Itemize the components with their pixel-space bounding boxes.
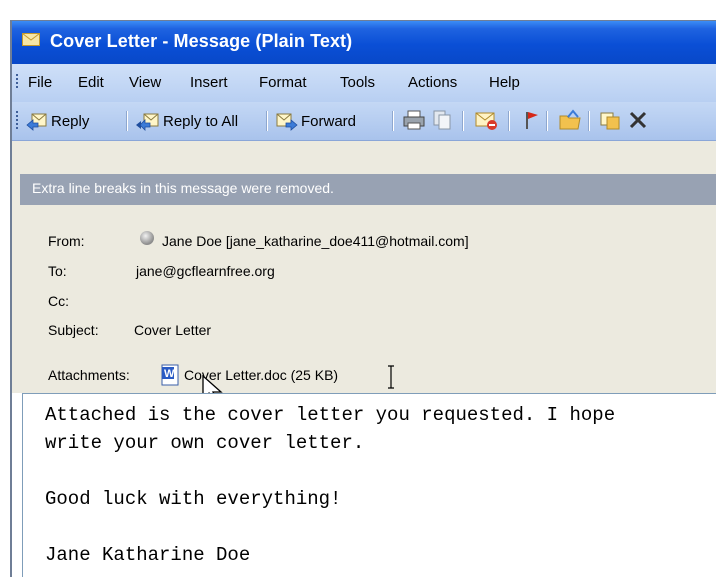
body-line: Attached is the cover letter you request… [45, 404, 616, 426]
attachment-item[interactable]: W Cover Letter.doc (25 KB) [160, 363, 338, 387]
menu-insert[interactable]: Insert [190, 74, 228, 91]
reply-all-button[interactable]: Reply to All [136, 108, 238, 134]
reply-all-label: Reply to All [163, 112, 239, 130]
info-bar[interactable]: Extra line breaks in this message were r… [20, 174, 716, 205]
word-document-icon: W [161, 364, 179, 386]
text-cursor-icon [388, 365, 394, 389]
attachments-label: Attachments: [48, 367, 130, 383]
menu-file[interactable]: File [28, 74, 52, 91]
body-line: write your own cover letter. [45, 432, 365, 454]
toolbar-grip[interactable] [16, 111, 20, 131]
title-bar[interactable]: Cover Letter - Message (Plain Text) [12, 21, 716, 64]
presence-status-icon[interactable] [138, 229, 156, 247]
menu-view[interactable]: View [129, 74, 161, 91]
move-to-folder-icon[interactable] [558, 108, 582, 132]
message-body[interactable]: Attached is the cover letter you request… [22, 393, 716, 577]
toolbar-separator [546, 111, 548, 131]
mark-unread-icon[interactable] [474, 108, 498, 132]
move-icon[interactable] [598, 108, 622, 132]
svg-text:W: W [164, 368, 175, 380]
message-header-pane: Extra line breaks in this message were r… [12, 141, 716, 404]
menu-actions[interactable]: Actions [408, 74, 457, 91]
forward-button[interactable]: Forward [276, 108, 356, 134]
print-icon[interactable] [402, 108, 426, 132]
from-label: From: [48, 233, 85, 249]
menu-grip[interactable] [16, 74, 20, 90]
message-window: Cover Letter - Message (Plain Text) File… [10, 20, 716, 577]
to-label: To: [48, 263, 67, 279]
toolbar-separator [392, 111, 394, 131]
body-line: Jane Katharine Doe [45, 544, 251, 566]
to-value[interactable]: jane@gcflearnfree.org [136, 263, 275, 279]
toolbar-separator [508, 111, 510, 131]
from-value[interactable]: Jane Doe [jane_katharine_doe411@hotmail.… [162, 233, 469, 249]
menu-bar: File Edit View Insert Format Tools Actio… [12, 64, 716, 102]
subject-label: Subject: [48, 322, 99, 338]
toolbar-separator [126, 111, 128, 131]
toolbar-separator [266, 111, 268, 131]
menu-tools[interactable]: Tools [340, 74, 375, 91]
window-title: Cover Letter - Message (Plain Text) [50, 31, 353, 51]
menu-edit[interactable]: Edit [78, 74, 104, 91]
cc-label: Cc: [48, 293, 69, 309]
reply-all-icon [136, 113, 159, 131]
reply-icon [26, 113, 47, 131]
reply-label: Reply [51, 112, 90, 130]
body-line: Good luck with everything! [45, 488, 342, 510]
info-bar-text: Extra line breaks in this message were r… [32, 180, 334, 196]
envelope-icon [22, 33, 40, 46]
follow-up-flag-icon[interactable] [518, 108, 542, 132]
subject-value: Cover Letter [134, 322, 212, 338]
copy-icon[interactable] [430, 108, 454, 132]
forward-label: Forward [301, 112, 357, 130]
toolbar-separator [462, 111, 464, 131]
reply-button[interactable]: Reply [26, 108, 89, 134]
toolbar: Reply Reply to All Forward [12, 102, 716, 141]
menu-help[interactable]: Help [489, 74, 520, 91]
toolbar-separator [588, 111, 590, 131]
menu-format[interactable]: Format [259, 74, 307, 91]
forward-icon [276, 113, 298, 131]
delete-icon[interactable] [626, 108, 650, 132]
